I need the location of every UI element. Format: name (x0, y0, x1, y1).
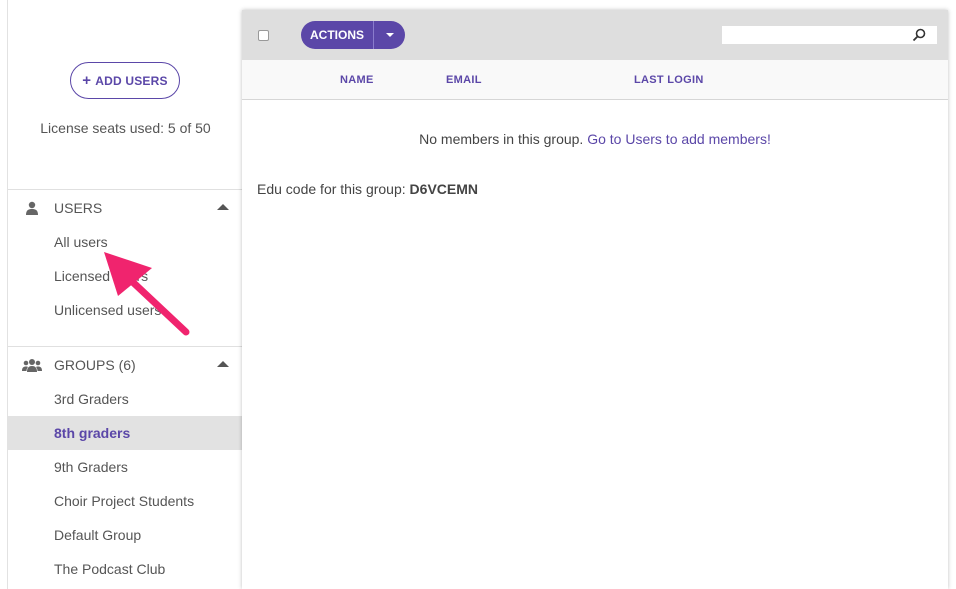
search-input[interactable] (722, 26, 907, 44)
edu-code-line: Edu code for this group: D6VCEMN (257, 181, 478, 197)
group-members-panel: ACTIONS NAME EMAIL LAST LOGIN No members… (242, 10, 948, 589)
empty-state-message: No members in this group. Go to Users to… (242, 131, 948, 147)
sidebar-item-group[interactable]: Default Group (8, 518, 243, 552)
add-users-label: ADD USERS (95, 73, 168, 88)
sidebar-item-group[interactable]: 9th Graders (8, 450, 243, 484)
select-all-checkbox[interactable] (258, 30, 269, 41)
caret-up-icon[interactable] (217, 204, 229, 210)
user-icon (22, 200, 42, 216)
license-seats-text: License seats used: 5 of 50 (40, 120, 211, 136)
sidebar-item-licensed-users[interactable]: Licensed users (8, 259, 243, 293)
sidebar-item-group[interactable]: Choir Project Students (8, 484, 243, 518)
column-last-login[interactable]: LAST LOGIN (634, 74, 704, 86)
search-box[interactable] (722, 26, 937, 44)
add-users-button[interactable]: + ADD USERS (70, 62, 180, 99)
caret-up-icon[interactable] (217, 361, 229, 367)
chevron-down-icon[interactable] (374, 21, 405, 49)
actions-button[interactable]: ACTIONS (301, 21, 405, 49)
table-header: NAME EMAIL LAST LOGIN (242, 60, 948, 100)
groups-section: GROUPS (6) 3rd Graders 8th graders 9th G… (8, 346, 243, 589)
plus-icon: + (82, 72, 92, 89)
column-email[interactable]: EMAIL (446, 74, 482, 86)
edu-code-label: Edu code for this group: (257, 181, 406, 197)
edu-code-value: D6VCEMN (409, 181, 479, 197)
sidebar-item-group-active[interactable]: 8th graders (8, 416, 243, 450)
users-group-icon (22, 357, 42, 373)
empty-state-text: No members in this group. (419, 131, 584, 147)
groups-section-title: GROUPS (6) (54, 356, 136, 373)
groups-section-header[interactable]: GROUPS (6) (8, 347, 243, 382)
users-section-header[interactable]: USERS (8, 190, 243, 225)
sidebar-item-unlicensed-users[interactable]: Unlicensed users (8, 293, 243, 327)
go-to-users-link[interactable]: Go to Users to add members! (587, 131, 771, 147)
sidebar: + ADD USERS License seats used: 5 of 50 … (7, 0, 243, 589)
actions-label[interactable]: ACTIONS (301, 21, 374, 49)
toolbar: ACTIONS (242, 10, 948, 60)
search-icon[interactable] (912, 28, 926, 42)
sidebar-item-all-users[interactable]: All users (8, 225, 243, 259)
column-name[interactable]: NAME (340, 74, 374, 86)
users-section-title: USERS (54, 199, 103, 216)
sidebar-item-group[interactable]: 3rd Graders (8, 382, 243, 416)
users-section: USERS All users Licensed users Unlicense… (8, 189, 243, 346)
sidebar-item-group[interactable]: The Podcast Club (8, 552, 243, 586)
